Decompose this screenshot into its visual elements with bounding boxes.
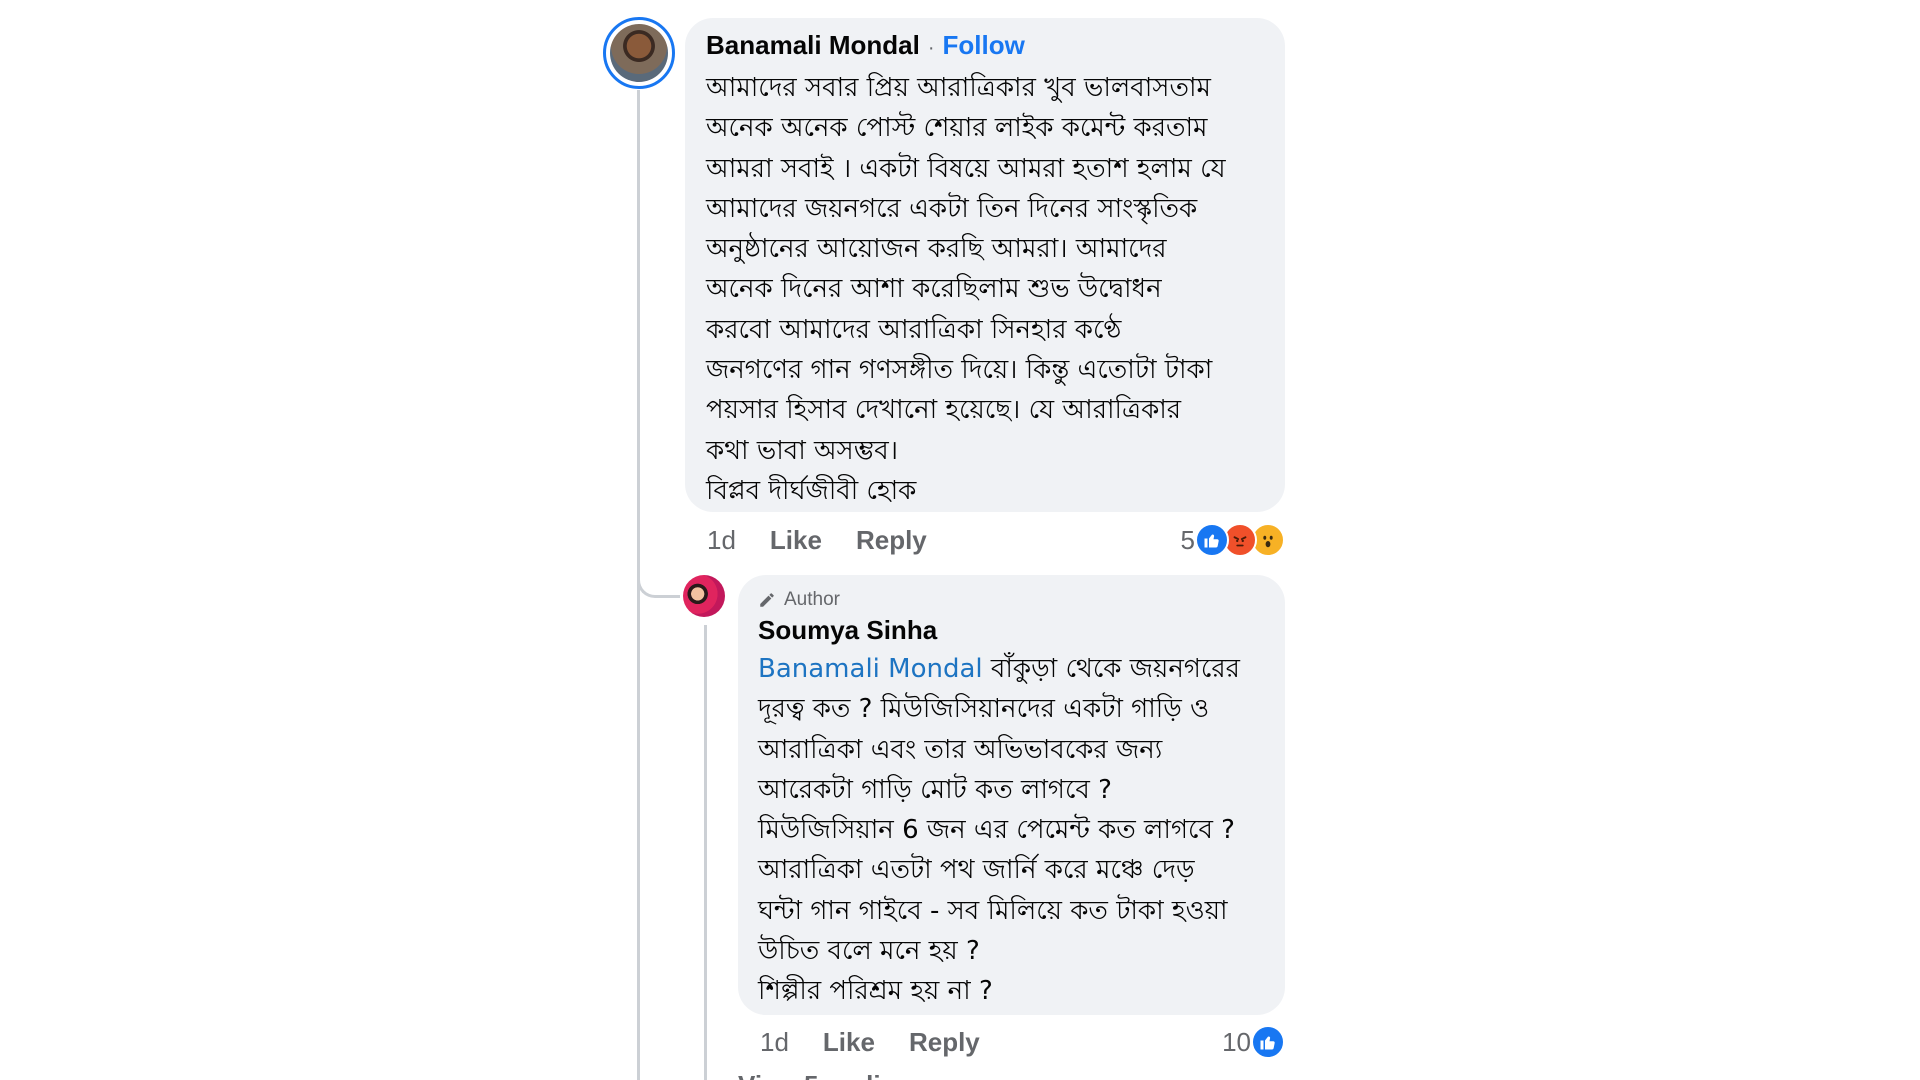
reply-thread-line bbox=[704, 625, 707, 1080]
reply-reactions[interactable]: 10 bbox=[1222, 1022, 1285, 1062]
like-icon bbox=[1195, 523, 1229, 557]
reply-text: Banamali Mondal বাঁকুড়া থেকে জয়নগরের দ… bbox=[758, 649, 1265, 1012]
reply-button[interactable]: Reply bbox=[856, 525, 927, 556]
author-badge: Author bbox=[758, 587, 1265, 613]
view-replies-link[interactable]: View 5 replies bbox=[738, 1070, 910, 1080]
comment-timestamp[interactable]: 1d bbox=[707, 525, 736, 556]
comment-bubble: Banamali Mondal · Follow আমাদের সবার প্র… bbox=[685, 18, 1285, 512]
like-button[interactable]: Like bbox=[770, 525, 822, 556]
comment-header: Banamali Mondal · Follow bbox=[706, 30, 1265, 66]
comment-text: আমাদের সবার প্রিয় আরাত্রিকার খুব ভালবাস… bbox=[706, 73, 1226, 506]
reply-bubble: Author Soumya Sinha Banamali Mondal বাঁক… bbox=[738, 575, 1285, 1015]
reply-author-name[interactable]: Soumya Sinha bbox=[758, 613, 1265, 647]
reply-reaction-count: 10 bbox=[1222, 1026, 1251, 1057]
avatar-photo bbox=[610, 24, 668, 82]
reply-actions: 1d Like Reply bbox=[760, 1022, 980, 1062]
comment-author-name[interactable]: Banamali Mondal bbox=[706, 30, 920, 61]
comment-thread: Banamali Mondal · Follow আমাদের সবার প্র… bbox=[0, 0, 1920, 1080]
reply-like-button[interactable]: Like bbox=[823, 1027, 875, 1058]
reaction-count: 5 bbox=[1180, 524, 1195, 555]
reply-timestamp[interactable]: 1d bbox=[760, 1027, 789, 1058]
commenter-avatar[interactable] bbox=[603, 17, 675, 89]
reply-author-avatar[interactable] bbox=[683, 575, 725, 617]
follow-button[interactable]: Follow bbox=[943, 30, 1025, 61]
reply-connector-curve bbox=[637, 565, 680, 598]
pencil-icon bbox=[760, 593, 774, 607]
like-icon bbox=[1251, 1025, 1285, 1059]
separator-dot: · bbox=[927, 37, 935, 59]
reply-body: বাঁকুড়া থেকে জয়নগরের দূরত্ব কত ? মিউজি… bbox=[758, 654, 1240, 1007]
mention-link[interactable]: Banamali Mondal bbox=[758, 654, 983, 684]
reply-reply-button[interactable]: Reply bbox=[909, 1027, 980, 1058]
comment-reactions[interactable]: 5 bbox=[1181, 520, 1285, 560]
comment-actions: 1d Like Reply bbox=[707, 520, 927, 560]
author-badge-label: Author bbox=[784, 589, 840, 610]
